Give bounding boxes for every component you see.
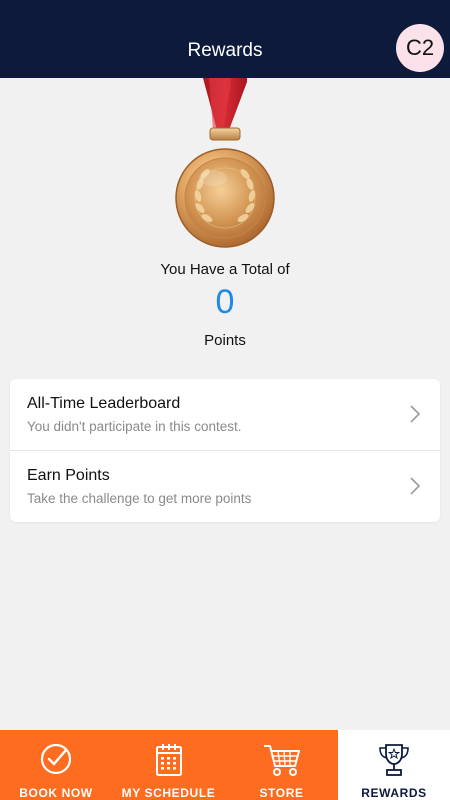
avatar[interactable]: C2: [396, 24, 444, 72]
cart-icon: [263, 745, 300, 776]
tab-book-now-label: BOOK NOW: [19, 786, 93, 800]
trophy-icon: [379, 744, 409, 776]
leaderboard-row[interactable]: All-Time Leaderboard You didn't particip…: [10, 379, 440, 450]
check-circle-icon: [40, 743, 72, 775]
leaderboard-subtitle: You didn't participate in this contest.: [27, 419, 242, 434]
medal-icon: [165, 78, 285, 250]
earn-points-subtitle: Take the challenge to get more points: [27, 491, 252, 506]
leaderboard-title: All-Time Leaderboard: [27, 395, 181, 412]
chevron-right-icon: [410, 405, 420, 423]
tab-store[interactable]: STORE: [225, 730, 338, 800]
rewards-menu-card: All-Time Leaderboard You didn't particip…: [10, 379, 440, 522]
points-intro-text: You Have a Total of: [160, 261, 290, 278]
tab-store-label: STORE: [259, 786, 304, 800]
chevron-right-icon: [410, 477, 420, 495]
points-unit-label: Points: [204, 332, 246, 349]
tab-rewards-label: REWARDS: [361, 786, 427, 800]
page-title: Rewards: [187, 40, 263, 61]
bottom-tab-bar: BOOK NOW MY SCHEDULE STORE REWARDS: [0, 730, 450, 800]
tab-book-now[interactable]: BOOK NOW: [0, 730, 112, 800]
earn-points-title: Earn Points: [27, 467, 110, 484]
app-screen: Rewards C2 You Have a Total of 0 Points …: [0, 0, 450, 800]
points-value: 0: [215, 283, 235, 321]
calendar-icon: [155, 744, 182, 776]
tab-my-schedule-label: MY SCHEDULE: [121, 786, 216, 800]
tab-my-schedule[interactable]: MY SCHEDULE: [112, 730, 225, 800]
header-bar: Rewards C2: [0, 0, 450, 78]
tab-rewards[interactable]: REWARDS: [338, 730, 450, 800]
earn-points-row[interactable]: Earn Points Take the challenge to get mo…: [10, 451, 440, 522]
